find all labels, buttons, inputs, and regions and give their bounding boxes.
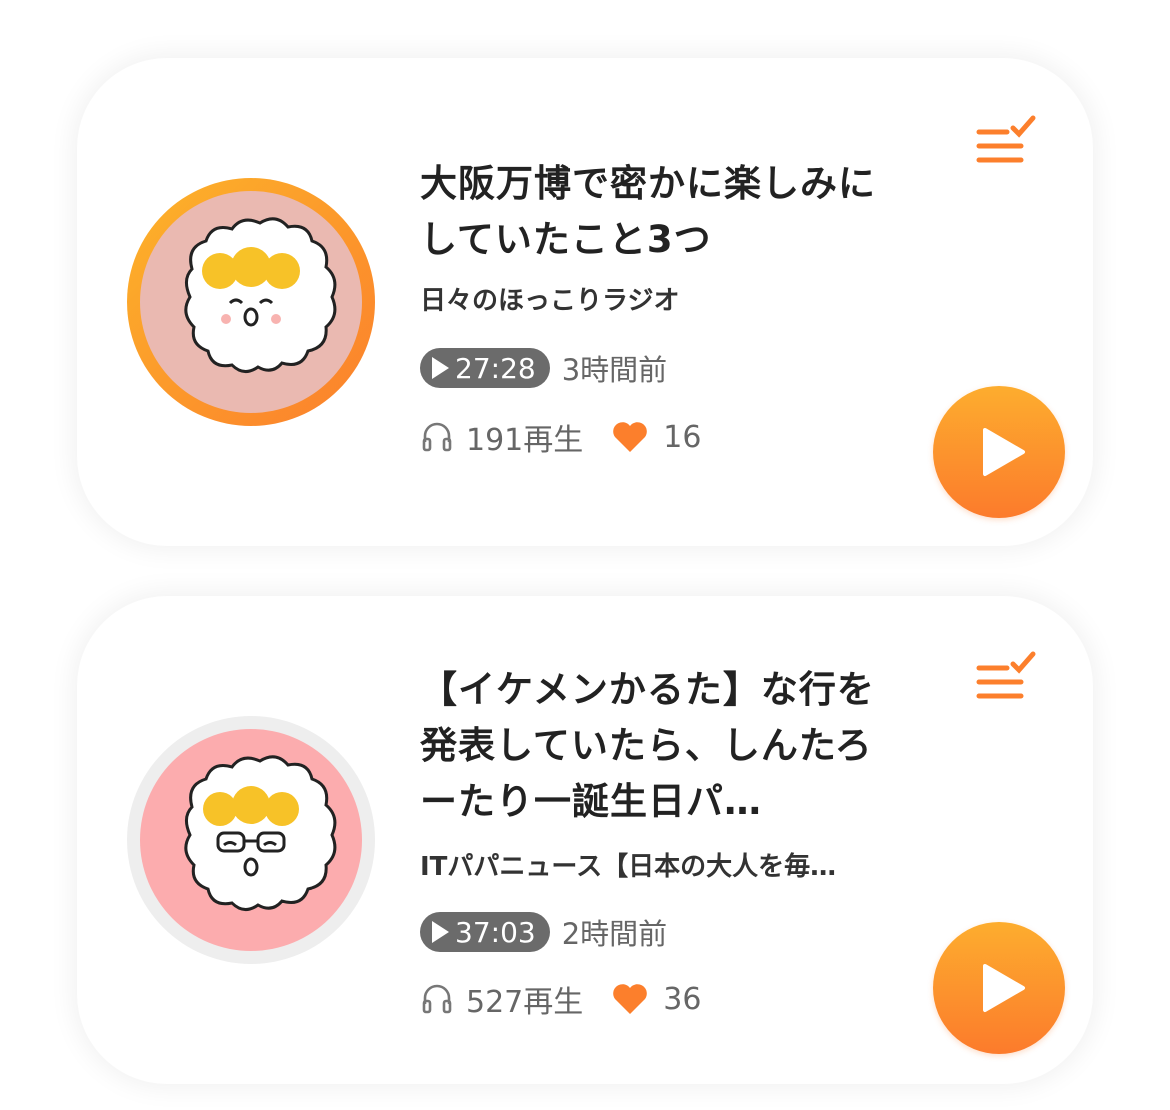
posted-time: 3時間前 [561, 353, 668, 387]
add-to-playlist-icon[interactable] [975, 114, 1037, 176]
play-icon [983, 428, 1025, 476]
duration-badge: 27:28 [420, 348, 550, 388]
headphones-icon [422, 984, 452, 1014]
play-button[interactable] [933, 922, 1065, 1054]
headphones-icon [422, 422, 452, 452]
episode-meta: 27:28 3時間前 [420, 348, 667, 388]
duration-text: 37:03 [455, 915, 536, 949]
smiling-character-avatar-icon [184, 217, 337, 373]
channel-name[interactable]: ITパパニュース【日本の大人を毎… [420, 846, 900, 883]
like-count: 16 [663, 419, 702, 455]
play-count: 527再生 [466, 985, 584, 1020]
episode-list: 大阪万博で密かに楽しみにしていたこと3つ 日々のほっこりラジオ 27:28 3時… [0, 0, 1170, 1110]
episode-stats: 527再生 36 [420, 978, 701, 1020]
channel-avatar[interactable] [127, 178, 375, 426]
channel-avatar[interactable] [127, 716, 375, 964]
like-count: 36 [663, 981, 702, 1017]
episode-card[interactable]: 【イケメンかるた】な行を発表していたら、しんたろーたり一誕生日パ… ITパパニュ… [77, 596, 1093, 1084]
play-count: 191再生 [466, 423, 584, 458]
episode-card[interactable]: 大阪万博で密かに楽しみにしていたこと3つ 日々のほっこりラジオ 27:28 3時… [77, 58, 1093, 546]
play-small-icon [432, 921, 449, 943]
posted-time: 2時間前 [561, 917, 668, 951]
episode-stats: 191再生 16 [420, 416, 701, 458]
play-small-icon [432, 357, 449, 379]
channel-name[interactable]: 日々のほっこりラジオ [420, 280, 900, 317]
episode-title[interactable]: 【イケメンかるた】な行を発表していたら、しんたろーたり一誕生日パ… [420, 662, 890, 830]
heart-icon[interactable] [611, 420, 649, 454]
play-icon [983, 964, 1025, 1012]
duration-badge: 37:03 [420, 912, 550, 952]
heart-icon[interactable] [611, 982, 649, 1016]
play-button[interactable] [933, 386, 1065, 518]
add-to-playlist-icon[interactable] [975, 650, 1037, 712]
duration-text: 27:28 [455, 351, 536, 385]
episode-title[interactable]: 大阪万博で密かに楽しみにしていたこと3つ [420, 156, 890, 268]
glasses-character-avatar-icon [184, 755, 337, 911]
episode-meta: 37:03 2時間前 [420, 912, 667, 952]
